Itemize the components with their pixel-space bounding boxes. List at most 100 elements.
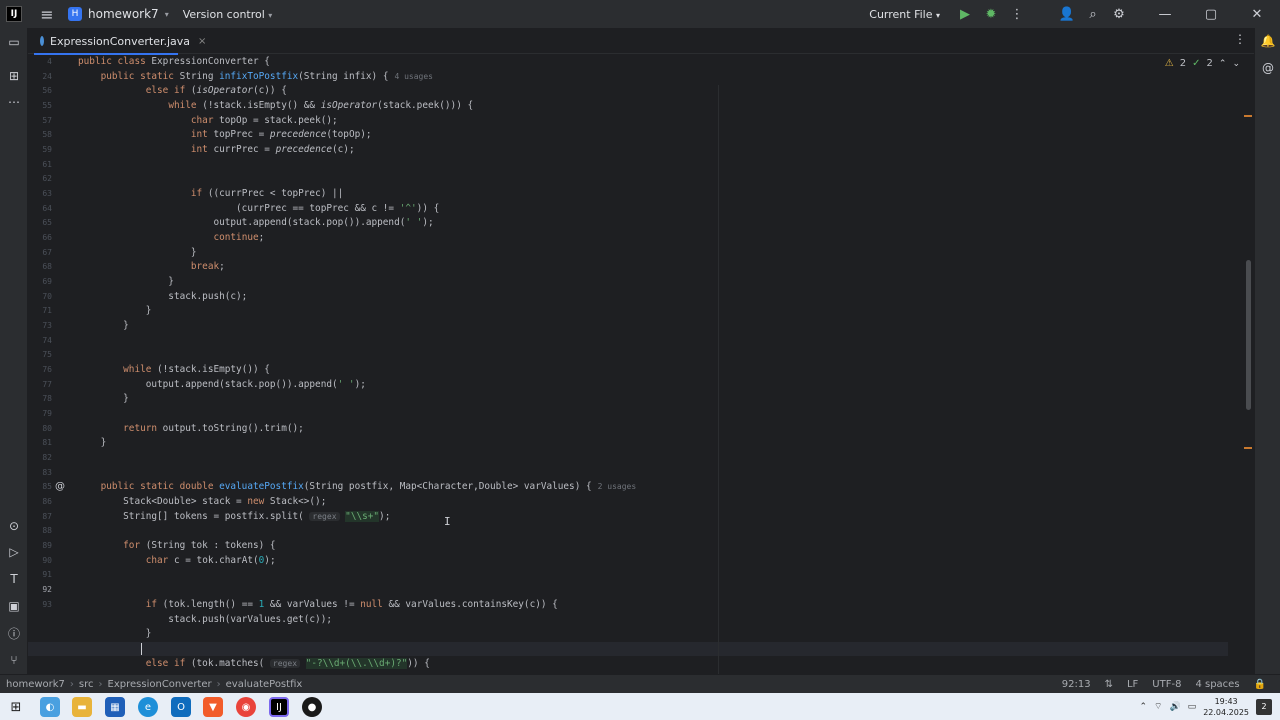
tab-options-icon[interactable]: ⋮ xyxy=(1234,32,1246,46)
line-number[interactable]: 93 xyxy=(28,600,52,609)
vertical-scrollbar[interactable] xyxy=(1246,260,1251,410)
volume-icon[interactable]: 🔊 xyxy=(1169,702,1180,712)
line-number[interactable]: 86 xyxy=(28,497,52,506)
outlook-icon[interactable]: O xyxy=(171,697,191,717)
line-number[interactable]: 63 xyxy=(28,189,52,198)
windows-start-icon[interactable]: ⊞ xyxy=(6,697,26,717)
line-number[interactable]: 58 xyxy=(28,130,52,139)
breadcrumb-method[interactable]: evaluatePostfix xyxy=(226,679,303,690)
line-number[interactable]: 91 xyxy=(28,570,52,579)
ide-logo-icon[interactable]: IJ xyxy=(6,6,22,22)
breadcrumb-class[interactable]: ExpressionConverter xyxy=(108,679,212,690)
line-number[interactable]: 92 xyxy=(28,585,52,594)
line-number[interactable]: 75 xyxy=(28,350,52,359)
lock-icon[interactable]: 🔒 xyxy=(1254,679,1266,690)
close-tab-icon[interactable]: × xyxy=(198,36,206,47)
add-user-icon[interactable]: 👤 xyxy=(1056,3,1078,25)
line-number[interactable]: 67 xyxy=(28,248,52,257)
implementation-marker-icon[interactable]: @ xyxy=(55,481,65,492)
battery-icon[interactable]: ▭ xyxy=(1188,702,1197,712)
search-icon[interactable]: ⌕ xyxy=(1082,3,1104,25)
line-number[interactable]: 85 xyxy=(28,482,52,491)
line-number[interactable]: 81 xyxy=(28,438,52,447)
intellij-idea-icon[interactable]: IJ xyxy=(269,697,289,717)
system-clock[interactable]: 19:43 22.04.2025 xyxy=(1203,696,1249,718)
line-number[interactable]: 74 xyxy=(28,336,52,345)
services-icon[interactable]: ⊙ xyxy=(4,516,24,536)
version-control-menu[interactable]: Version control ▾ xyxy=(183,8,273,21)
terminal-icon[interactable]: ▣ xyxy=(4,596,24,616)
usages-hint[interactable]: 4 usages xyxy=(394,72,433,81)
line-number[interactable]: 79 xyxy=(28,409,52,418)
indent-setting[interactable]: 4 spaces xyxy=(1195,679,1239,690)
problems-icon[interactable]: ⓘ xyxy=(4,623,24,643)
obs-studio-icon[interactable]: ● xyxy=(302,697,322,717)
line-number[interactable]: 66 xyxy=(28,233,52,242)
line-number[interactable]: 68 xyxy=(28,262,52,271)
debug-icon[interactable]: ✹ xyxy=(980,3,1002,25)
caret-position[interactable]: 92:13 xyxy=(1062,679,1091,690)
line-number[interactable]: 77 xyxy=(28,380,52,389)
more-tools-icon[interactable]: ⋯ xyxy=(4,92,24,112)
line-number[interactable]: 73 xyxy=(28,321,52,330)
ai-assistant-icon[interactable]: @ xyxy=(1258,58,1278,78)
line-number[interactable]: 70 xyxy=(28,292,52,301)
line-number[interactable]: 59 xyxy=(28,145,52,154)
usages-hint[interactable]: 2 usages xyxy=(598,482,637,491)
line-number[interactable]: 61 xyxy=(28,160,52,169)
line-number[interactable]: 90 xyxy=(28,556,52,565)
main-menu-icon[interactable]: ≡ xyxy=(36,3,58,25)
widgets-icon[interactable]: ◐ xyxy=(40,697,60,717)
breadcrumb-project[interactable]: homework7 xyxy=(6,679,65,690)
store-icon[interactable]: ▦ xyxy=(105,697,125,717)
chevron-down-icon[interactable]: ⌄ xyxy=(1232,59,1240,69)
more-actions-icon[interactable]: ⋮ xyxy=(1006,3,1028,25)
git-icon[interactable]: ⑂ xyxy=(4,650,24,670)
line-number[interactable]: 24 xyxy=(28,72,52,81)
breadcrumb-src[interactable]: src xyxy=(79,679,94,690)
notifications-bell-icon[interactable]: 🔔 xyxy=(1258,31,1278,51)
error-stripe-mark[interactable] xyxy=(1244,447,1252,449)
line-number[interactable]: 55 xyxy=(28,101,52,110)
format-icon[interactable]: ⇅ xyxy=(1105,679,1113,690)
line-number[interactable]: 56 xyxy=(28,86,52,95)
line-number[interactable]: 78 xyxy=(28,394,52,403)
run-tool-icon[interactable]: ▷ xyxy=(4,542,24,562)
line-number[interactable]: 88 xyxy=(28,526,52,535)
line-number[interactable]: 71 xyxy=(28,306,52,315)
run-config-selector[interactable]: Current File ▾ xyxy=(869,8,940,21)
structure-icon[interactable]: ⊞ xyxy=(4,66,24,86)
line-number[interactable]: 62 xyxy=(28,174,52,183)
file-explorer-icon[interactable]: ▬ xyxy=(72,697,92,717)
tab-expression-converter[interactable]: ExpressionConverter.java × xyxy=(34,28,206,55)
run-icon[interactable]: ▶ xyxy=(954,3,976,25)
line-number[interactable]: 87 xyxy=(28,512,52,521)
notification-center-icon[interactable]: 2 xyxy=(1256,698,1272,715)
settings-gear-icon[interactable]: ⚙ xyxy=(1108,3,1130,25)
error-stripe-mark[interactable] xyxy=(1244,115,1252,117)
line-number[interactable]: 80 xyxy=(28,424,52,433)
maximize-window-icon[interactable]: ▢ xyxy=(1188,0,1234,28)
line-number[interactable]: 65 xyxy=(28,218,52,227)
line-number[interactable]: 64 xyxy=(28,204,52,213)
line-number[interactable]: 57 xyxy=(28,116,52,125)
project-folder-icon[interactable]: ▭ xyxy=(4,32,24,52)
inspection-widget[interactable]: ⚠ 2 ✓ 2 ⌃ ⌄ xyxy=(1165,58,1240,69)
project-selector[interactable]: H homework7 ▾ xyxy=(68,7,169,21)
minimize-window-icon[interactable]: — xyxy=(1142,0,1188,28)
chrome-browser-icon[interactable]: ◉ xyxy=(236,697,256,717)
chevron-up-icon[interactable]: ⌃ xyxy=(1219,59,1227,69)
line-number[interactable]: 4 xyxy=(28,57,52,66)
network-icon[interactable]: ⌔ xyxy=(1154,701,1162,712)
build-hammer-icon[interactable]: T xyxy=(4,569,24,589)
file-encoding[interactable]: UTF-8 xyxy=(1152,679,1181,690)
close-window-icon[interactable]: ✕ xyxy=(1234,0,1280,28)
code-editor[interactable]: ⚠ 2 ✓ 2 ⌃ ⌄ 4 24 56 55 57 58 59 61 62 63 64 65 66 67 68 6… xyxy=(28,55,1254,674)
line-ending[interactable]: LF xyxy=(1127,679,1138,690)
line-number[interactable]: 83 xyxy=(28,468,52,477)
line-number[interactable]: 69 xyxy=(28,277,52,286)
line-number[interactable]: 82 xyxy=(28,453,52,462)
line-number[interactable]: 76 xyxy=(28,365,52,374)
edge-browser-icon[interactable]: e xyxy=(138,697,158,717)
line-number[interactable]: 89 xyxy=(28,541,52,550)
